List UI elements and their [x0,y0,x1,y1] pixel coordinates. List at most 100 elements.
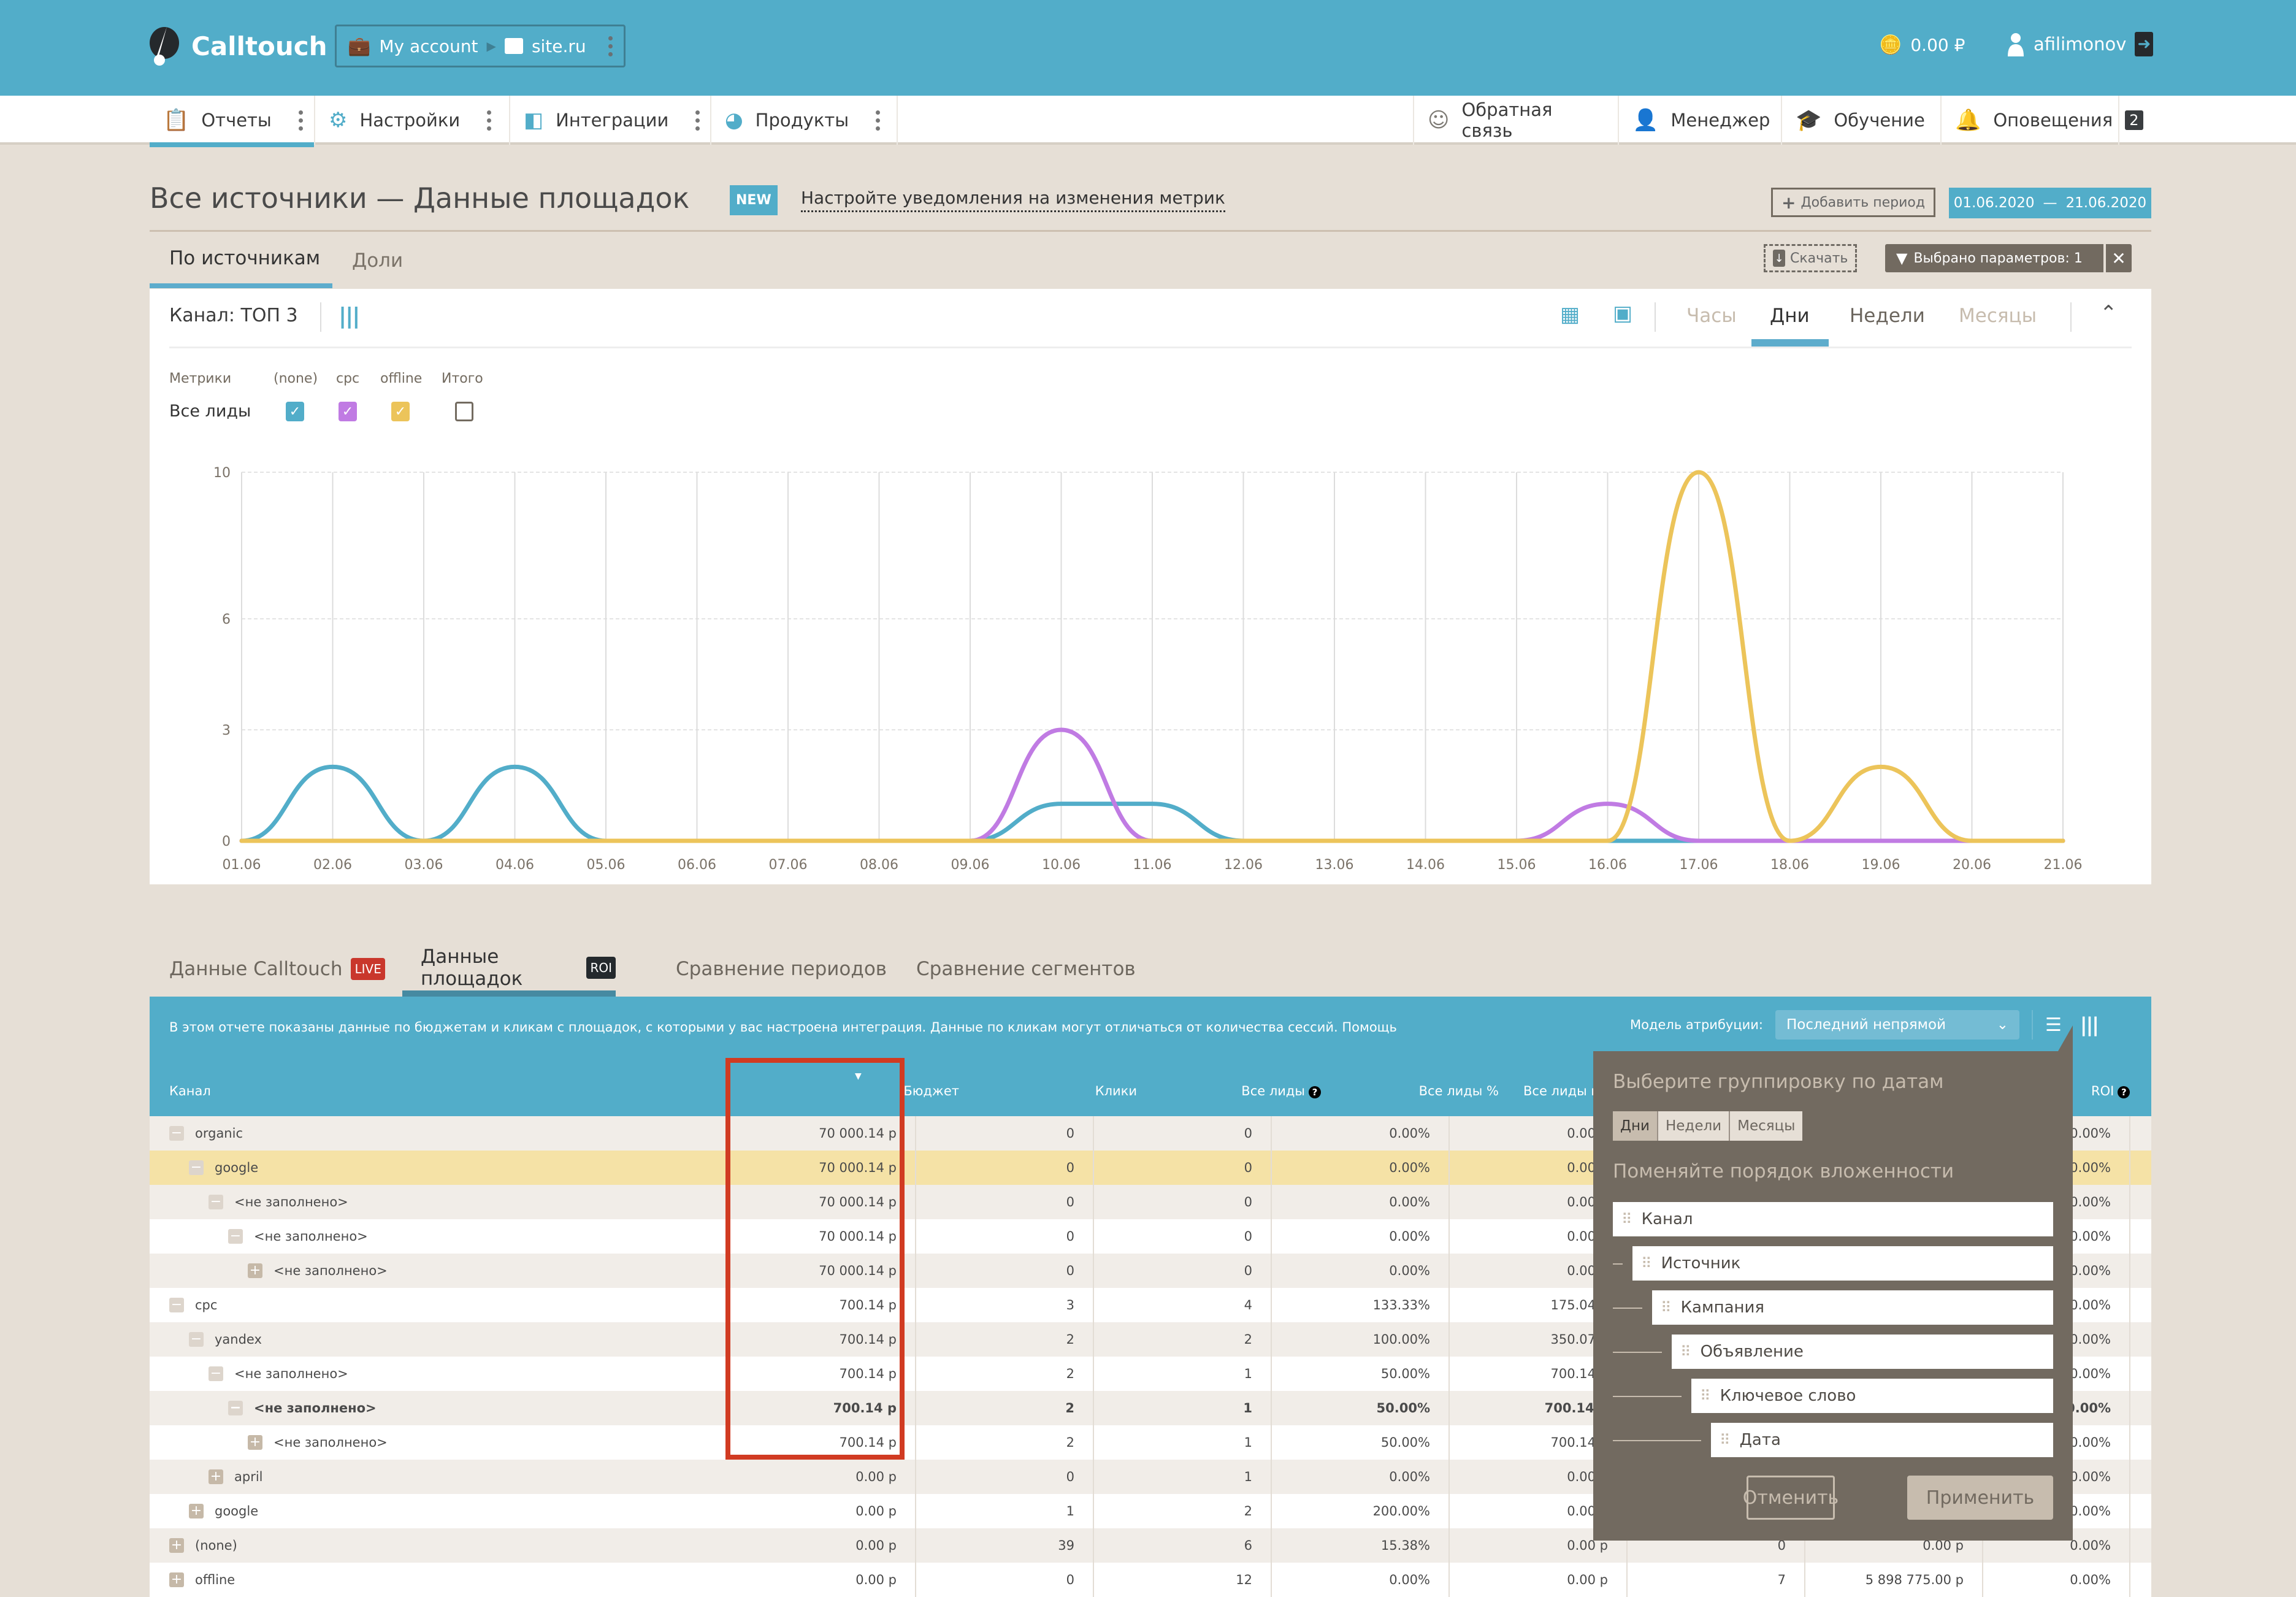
date-group-days[interactable]: Дни [1613,1111,1658,1141]
expand-icon[interactable]: + [248,1435,262,1450]
help-icon[interactable]: ? [2118,1086,2130,1098]
logout-icon[interactable]: ➜ [2135,32,2154,56]
cell-channel: + april [209,1460,263,1494]
collapse-icon[interactable]: − [228,1401,243,1415]
cell-leads-pct: 0.00% [1272,1460,1450,1494]
main-nav: 📋 Отчеты ⚙ Настройки ◧ Интеграции ◕ Прод… [0,96,2296,147]
expand-icon[interactable]: + [248,1263,262,1278]
tab-platform-data[interactable]: Данные площадок ROI [402,944,616,997]
col-header-channel[interactable]: Канал [169,1084,211,1098]
x-tick-label: 02.06 [313,857,352,873]
tab-period-comparison[interactable]: Сравнение периодов [676,944,887,994]
col-header-leads[interactable]: Все лиды? [1155,1084,1321,1098]
nav-reports[interactable]: 📋 Отчеты [150,96,315,147]
x-tick-label: 20.06 [1953,857,1991,873]
collapse-icon[interactable]: − [189,1332,204,1347]
more-icon[interactable] [876,110,881,131]
download-button[interactable]: ↓ Скачать [1764,244,1858,272]
nav-education[interactable]: 🎓 Обучение [1782,96,1942,145]
channel-name: <не заполнено> [274,1263,388,1278]
nav-feedback[interactable]: ☺ Обратная связь [1413,96,1619,145]
settings-icon: ⚙ [329,108,348,132]
help-icon[interactable]: ? [1309,1086,1321,1098]
drag-handle-icon[interactable]: ⠿ [1720,1431,1730,1449]
date-group-weeks[interactable]: Недели [1658,1111,1731,1141]
y-tick-label: 0 [222,834,231,849]
nav-notifications[interactable]: 🔔 Оповещения 2 [1942,96,2143,145]
date-range-picker[interactable]: 01.06.2020 — 21.06.2020 [1949,188,2151,218]
nav-products[interactable]: ◕ Продукты [711,96,898,145]
table-row[interactable]: + offline 0.00 р 0 12 0.00% 0.00 р75 898 775.0… [150,1563,2151,1597]
user-menu[interactable]: afilimonov ➜ [2007,32,2154,56]
tab-segment-comparison[interactable]: Сравнение сегментов [916,944,1136,994]
nav-label: Продукты [755,110,849,131]
expand-icon[interactable]: + [189,1504,204,1518]
x-tick-label: 05.06 [587,857,626,873]
collapse-icon[interactable]: − [189,1160,204,1175]
channel-name: <не заполнено> [234,1195,348,1209]
attribution-select[interactable]: Последний непрямой ⌄ [1775,1010,2020,1040]
tab-calltouch-data[interactable]: Данные Calltouch LIVE [169,944,385,994]
col-header-leads-pct[interactable]: Все лиды % [1345,1084,1499,1098]
drag-handle-icon[interactable]: ⠿ [1700,1387,1710,1404]
subtab-by-sources[interactable]: По источникам [150,233,332,288]
balance[interactable]: 🪙 0.00 ₽ [1879,34,1965,56]
cell-leads: 0 [1094,1219,1272,1254]
nav-manager[interactable]: 👤 Менеджер [1619,96,1782,145]
account-menu-icon[interactable] [608,36,613,56]
feedback-icon: ☺ [1428,108,1450,132]
notify-metrics-link[interactable]: Настройте уведомления на изменения метри… [801,188,1225,212]
x-tick-label: 10.06 [1042,857,1081,873]
drag-handle-icon[interactable]: ⠿ [1641,1255,1651,1272]
apply-button[interactable]: Применить [1907,1476,2053,1520]
cell-leads: 2 [1094,1322,1272,1357]
breadcrumb-arrow-icon: ▶ [486,39,496,53]
collapse-icon[interactable]: − [228,1229,243,1244]
nesting-item[interactable]: ⠿ Канал [1613,1202,2053,1236]
cell-leads-pct: 200.00% [1272,1494,1450,1528]
nav-integrations[interactable]: ◧ Интеграции [510,96,711,145]
collapse-icon[interactable]: − [169,1126,184,1141]
nesting-label: Ключевое слово [1720,1387,1856,1405]
cancel-button[interactable]: Отменить [1743,1476,1839,1520]
filter-params-button[interactable]: ▼ Выбрано параметров: 1 [1885,244,2103,272]
nav-settings[interactable]: ⚙ Настройки [315,96,510,145]
columns-icon[interactable]: ||| [2080,1013,2099,1036]
drag-handle-icon[interactable]: ⠿ [1661,1299,1671,1316]
line-chart: 0 3 6 10 01.06 02.06 03.06 04.06 05.06 06.06 07.06… [213,465,2082,873]
chart-card: Канал: ТОП 3 ||| ▦ ▣ Часы Дни Недели Мес… [150,289,2151,884]
collapse-icon[interactable]: − [169,1298,184,1312]
col-header-clicks[interactable]: Клики [1008,1084,1137,1098]
date-group-months[interactable]: Месяцы [1730,1111,1803,1141]
nesting-item[interactable]: ⠿ Ключевое слово [1691,1379,2053,1413]
add-period-button[interactable]: + Добавить период [1771,188,1936,217]
nesting-item[interactable]: ⠿ Дата [1711,1423,2053,1457]
collapse-icon[interactable]: − [209,1366,223,1381]
drag-handle-icon[interactable]: ⠿ [1680,1343,1691,1360]
account-switcher[interactable]: 💼 My account ▶ site.ru [335,25,626,67]
nesting-item[interactable]: ⠿ Объявление [1672,1335,2053,1369]
cell-leads-pct: 50.00% [1272,1425,1450,1460]
cell-leads: 0 [1094,1254,1272,1288]
nesting-item[interactable]: ⠿ Источник [1632,1246,2053,1281]
expand-icon[interactable]: + [209,1469,223,1484]
cell-budget: 0.00 р [769,1494,916,1528]
channel-name: cpc [195,1298,218,1312]
expand-icon[interactable]: + [169,1538,184,1553]
nesting-item[interactable]: ⠿ Кампания [1652,1290,2053,1325]
more-icon[interactable] [298,110,303,131]
drag-handle-icon[interactable]: ⠿ [1621,1211,1632,1228]
subtab-shares[interactable]: Доли [352,233,403,288]
brand-name: Calltouch [191,31,327,61]
cell-leads: 6 [1094,1528,1272,1563]
more-icon[interactable] [487,110,492,131]
products-icon: ◕ [725,108,743,132]
calltouch-logo[interactable]: Calltouch [148,26,327,66]
clear-filters-button[interactable]: ✕ [2106,244,2132,272]
collapse-icon[interactable]: − [209,1195,223,1209]
col-header-roi[interactable]: ROI? [2091,1084,2130,1098]
more-icon[interactable] [695,110,700,131]
cell-leads-pct: 100.00% [1272,1322,1450,1357]
expand-icon[interactable]: + [169,1572,184,1587]
nav-label: Обратная связь [1461,99,1553,141]
